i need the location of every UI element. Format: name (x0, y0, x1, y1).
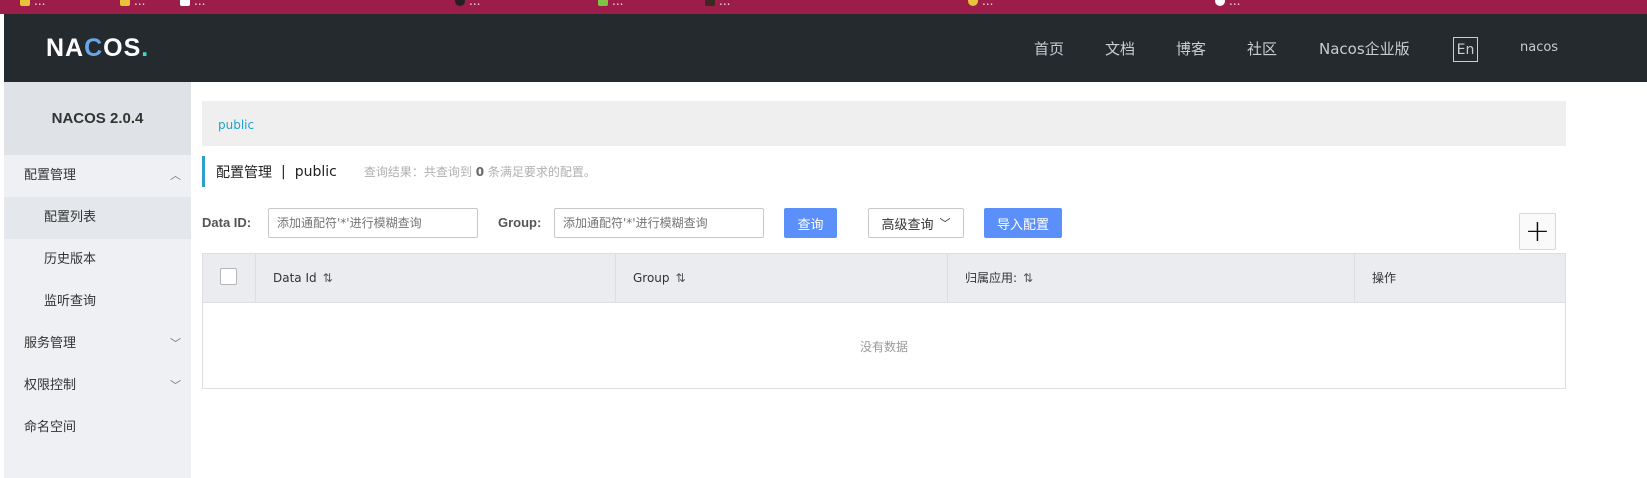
plus-icon: + (1524, 214, 1551, 249)
sort-icon[interactable]: ⇅ (676, 271, 686, 285)
chevron-up-icon: ︿ (170, 169, 181, 182)
group-label: Group: (498, 215, 542, 230)
table-empty-message: 没有数据 (859, 339, 908, 354)
nav-home[interactable]: 首页 (1034, 38, 1064, 59)
sort-icon[interactable]: ⇅ (1023, 271, 1033, 285)
namespace-bar: public (202, 101, 1566, 146)
browser-bookmark-bar: ... ... ... ... ... ... ... ... (0, 0, 1647, 14)
bookmark-item[interactable]: ... (598, 0, 623, 8)
sidebar-title: NACOS 2.0.4 (4, 82, 191, 155)
nacos-logo[interactable]: NACOS. (46, 34, 149, 63)
page-namespace: public (294, 163, 337, 180)
bookmark-item[interactable]: ... (705, 0, 730, 8)
sort-icon[interactable]: ⇅ (323, 271, 333, 285)
nav-community[interactable]: 社区 (1247, 38, 1277, 59)
sidebar-item-history[interactable]: 历史版本 (4, 239, 191, 281)
nav-docs[interactable]: 文档 (1105, 38, 1135, 59)
sidebar-item-service-management[interactable]: 服务管理 ﹀ (4, 323, 191, 365)
page-title: 配置管理 | public 查询结果：共查询到 0 条满足要求的配置。 (202, 156, 596, 187)
sidebar-item-config-list[interactable]: 配置列表 (4, 197, 191, 239)
bookmark-item[interactable]: ... (20, 0, 45, 8)
advanced-query-button[interactable]: 高级查询 ﹀ (868, 208, 964, 238)
query-result-summary: 查询结果：共查询到 0 条满足要求的配置。 (363, 165, 596, 179)
table-header: Data Id ⇅ Group ⇅ 归属应用: ⇅ 操作 (203, 254, 1565, 303)
sidebar: NACOS 2.0.4 配置管理 ︿ 配置列表 历史版本 监听查询 服务管理 ﹀… (4, 82, 191, 478)
bookmark-item[interactable]: ... (1215, 0, 1240, 8)
site-icon (598, 0, 608, 6)
group-search-input[interactable] (554, 208, 764, 238)
sidebar-item-config-management[interactable]: 配置管理 ︿ (4, 155, 191, 197)
page-title-text: 配置管理 (216, 164, 272, 181)
chevron-down-icon: ﹀ (170, 337, 181, 350)
import-config-button[interactable]: 导入配置 (984, 208, 1062, 238)
chevron-down-icon: ﹀ (170, 379, 181, 392)
add-config-button[interactable]: + (1519, 213, 1556, 250)
chevron-down-icon: ﹀ (939, 217, 951, 230)
page-icon (180, 0, 190, 6)
dataid-label: Data ID: (202, 215, 252, 230)
select-all-cell (203, 254, 256, 302)
dataid-search-input[interactable] (268, 208, 478, 238)
sidebar-item-namespace[interactable]: 命名空间 (4, 407, 191, 449)
namespace-link-public[interactable]: public (218, 118, 254, 132)
bookmark-item[interactable]: ... (120, 0, 145, 8)
column-actions: 操作 (1372, 271, 1397, 285)
site-icon (705, 0, 715, 6)
folder-icon (120, 0, 130, 6)
query-button[interactable]: 查询 (784, 208, 837, 238)
bookmark-item[interactable]: ... (180, 0, 205, 8)
site-icon (1215, 0, 1225, 6)
sidebar-item-access-control[interactable]: 权限控制 ﹀ (4, 365, 191, 407)
title-separator: | (281, 163, 286, 180)
column-group[interactable]: Group ⇅ (616, 254, 948, 302)
nav-blog[interactable]: 博客 (1176, 38, 1206, 59)
config-table: Data Id ⇅ Group ⇅ 归属应用: ⇅ 操作 没有数据 (202, 253, 1566, 389)
sidebar-item-listener-query[interactable]: 监听查询 (4, 281, 191, 323)
select-all-checkbox[interactable] (220, 268, 237, 285)
column-data-id[interactable]: Data Id ⇅ (256, 254, 616, 302)
top-navbar: NACOS. 首页 文档 博客 社区 Nacos企业版 En nacos (4, 14, 1647, 82)
bookmark-item[interactable]: ... (455, 0, 480, 8)
nav-enterprise[interactable]: Nacos企业版 (1319, 38, 1410, 59)
github-icon (455, 0, 465, 6)
user-menu[interactable]: nacos (1520, 40, 1558, 55)
site-icon (968, 0, 978, 6)
folder-icon (20, 0, 30, 6)
column-app[interactable]: 归属应用: ⇅ (948, 254, 1355, 302)
language-switch-button[interactable]: En (1453, 37, 1478, 62)
bookmark-item[interactable]: ... (968, 0, 993, 8)
